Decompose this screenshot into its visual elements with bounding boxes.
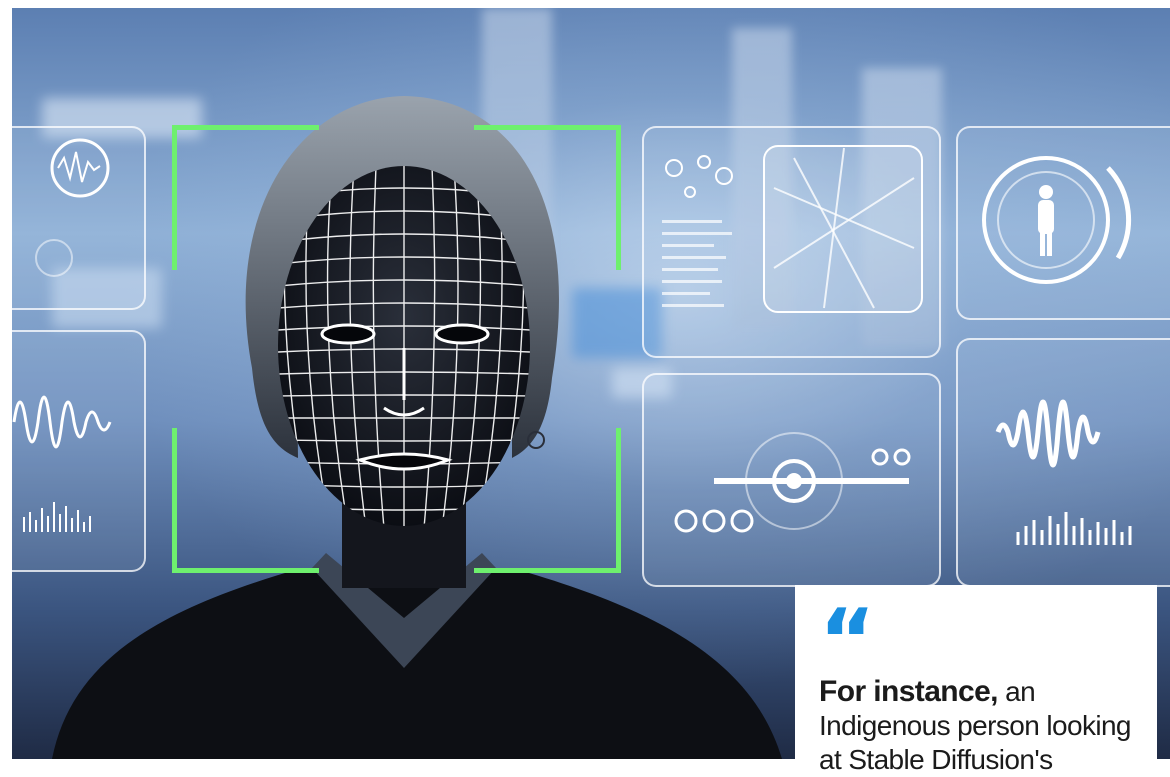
left-eye xyxy=(320,323,376,345)
quote-mark-icon: “ xyxy=(819,591,876,691)
scan-bracket-top-left xyxy=(172,125,319,270)
scan-bracket-bottom-left xyxy=(172,428,319,573)
pull-quote-lead: For instance, xyxy=(819,675,999,708)
scan-bracket-top-right xyxy=(474,125,621,270)
right-eye xyxy=(434,323,490,345)
pull-quote-card: “ For instance, an Indigenous person loo… xyxy=(795,585,1157,775)
jacket xyxy=(52,568,782,759)
scan-bracket-bottom-right xyxy=(474,428,621,573)
pull-quote-text: For instance, an Indigenous person looki… xyxy=(819,675,1141,777)
